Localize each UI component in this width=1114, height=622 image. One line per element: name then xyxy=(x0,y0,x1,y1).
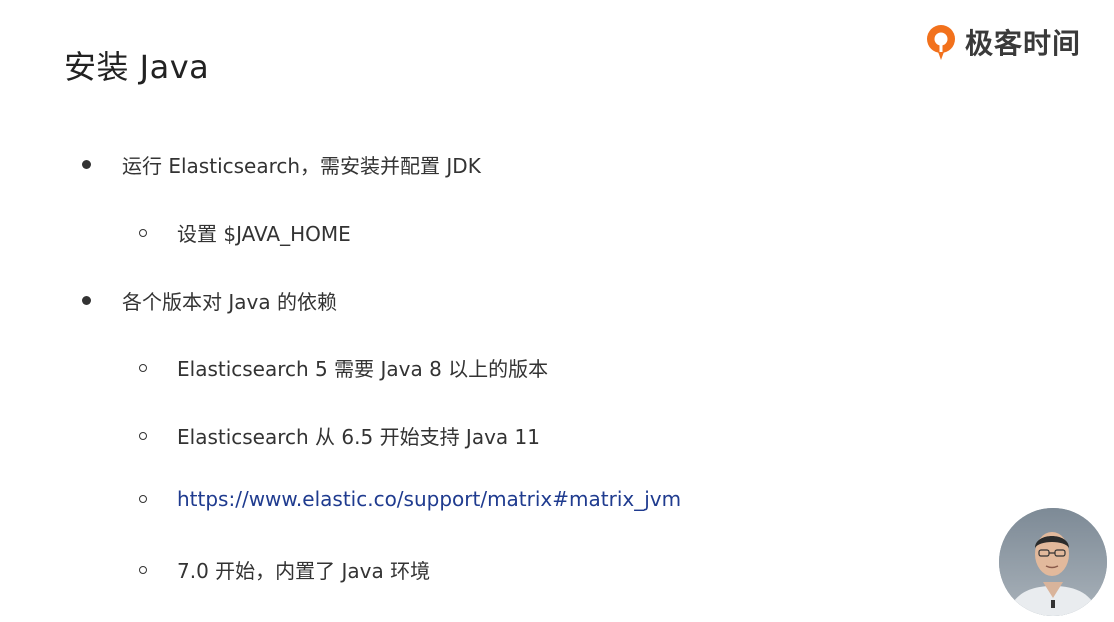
bullet-dot xyxy=(82,296,91,305)
slide-title: 安装 Java xyxy=(64,48,210,86)
matrix-link[interactable]: https://www.elastic.co/support/matrix#ma… xyxy=(177,487,681,511)
bullet-ring xyxy=(139,431,147,440)
bullet-text: 设置 $JAVA_HOME xyxy=(177,222,351,246)
brand-logo: 极客时间 xyxy=(923,22,1081,62)
bullet-item: 各个版本对 Java 的依赖 xyxy=(82,286,337,315)
bullet-text: 7.0 开始，内置了 Java 环境 xyxy=(177,559,431,583)
sub-bullet-item: Elasticsearch 从 6.5 开始支持 Java 11 xyxy=(139,421,540,450)
presenter-figure xyxy=(999,508,1107,616)
bullet-ring xyxy=(139,228,147,237)
bullet-text: Elasticsearch 5 需要 Java 8 以上的版本 xyxy=(177,357,549,381)
bullet-ring xyxy=(139,363,147,372)
bullet-item: 运行 Elasticsearch，需安装并配置 JDK xyxy=(82,150,481,179)
sub-bullet-item: 7.0 开始，内置了 Java 环境 xyxy=(139,555,430,584)
bullet-ring xyxy=(139,565,147,574)
bullet-text: 运行 Elasticsearch，需安装并配置 JDK xyxy=(122,154,481,178)
sub-bullet-item: Elasticsearch 5 需要 Java 8 以上的版本 xyxy=(139,353,548,382)
logo-text: 极客时间 xyxy=(965,27,1082,60)
bullet-ring xyxy=(139,495,147,503)
presenter-video-avatar xyxy=(999,508,1107,616)
geektime-logo-icon xyxy=(927,25,955,60)
bullet-text: Elasticsearch 从 6.5 开始支持 Java 11 xyxy=(177,425,540,449)
sub-bullet-item: https://www.elastic.co/support/matrix#ma… xyxy=(139,487,681,511)
bullet-text: 各个版本对 Java 的依赖 xyxy=(122,290,337,314)
slide: 安装 Java 极客时间 运行 Elasticsearch，需安装并配置 JDK… xyxy=(0,0,1114,622)
sub-bullet-item: 设置 $JAVA_HOME xyxy=(139,218,351,247)
bullet-dot xyxy=(82,160,91,169)
